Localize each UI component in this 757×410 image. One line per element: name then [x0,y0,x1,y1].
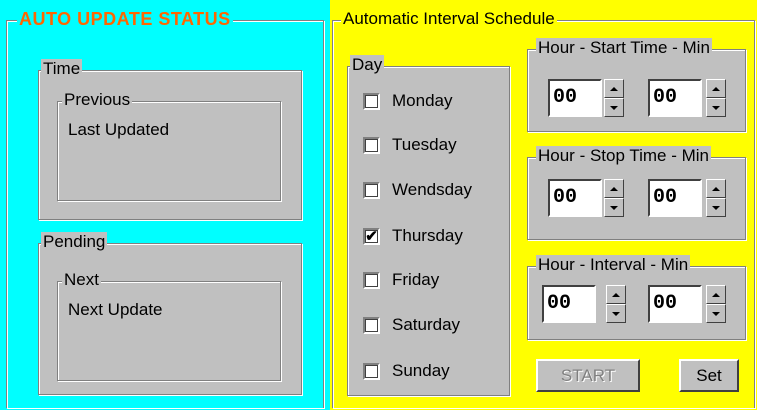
start-button[interactable]: START [536,359,640,392]
monday-checkbox[interactable]: Monday [363,89,452,113]
interval-hour-up-button[interactable] [606,285,626,304]
interval-schedule-panel: Automatic Interval Schedule Day Monday T… [330,0,757,410]
next-group: Next Next Update [57,270,281,381]
thursday-check-box[interactable]: ✔ [363,227,380,245]
interval-hour-spinner [606,285,626,323]
saturday-label: Saturday [392,315,461,334]
start-min-up-button[interactable] [706,79,726,98]
friday-check-box[interactable] [363,271,380,289]
time-group: Time Previous Last Updated [38,59,302,220]
triangle-down-icon [610,105,618,110]
triangle-up-icon [610,86,618,91]
saturday-checkbox[interactable]: Saturday [363,313,460,337]
day-group-label: Day [350,55,385,75]
friday-checkbox[interactable]: Friday [363,268,439,292]
interval-schedule-title: Automatic Interval Schedule [341,9,557,29]
wednesday-checkbox[interactable]: Wendsday [363,178,472,202]
interval-min-up-button[interactable] [706,285,726,304]
set-button[interactable]: Set [679,359,739,392]
stop-min-field[interactable]: 00 [648,179,702,217]
stop-time-label: Hour - Stop Time - Min [536,146,711,166]
pending-group: Pending Next Next Update [38,232,302,395]
start-time-label: Hour - Start Time - Min [536,38,712,58]
interval-group: Hour - Interval - Min 00 00 [527,255,746,340]
start-hour-spinner [604,79,624,117]
stop-hour-field[interactable]: 00 [548,179,602,217]
stop-hour-spinner [604,179,624,217]
sunday-label: Sunday [392,361,450,380]
stop-min-up-button[interactable] [706,179,726,198]
friday-label: Friday [392,270,440,289]
triangle-down-icon [712,311,720,316]
interval-min-field[interactable]: 00 [648,285,702,323]
start-min-field[interactable]: 00 [648,79,702,117]
previous-group-label: Previous [62,90,133,110]
interval-min-down-button[interactable] [706,304,726,323]
stop-min-spinner [706,179,726,217]
auto-update-status-panel: AUTO UPDATE STATUS Time Previous Last Up… [0,0,330,410]
start-time-group: Hour - Start Time - Min 00 00 [527,38,746,132]
stop-min-down-button[interactable] [706,198,726,217]
auto-update-status-title: AUTO UPDATE STATUS [17,9,233,29]
pending-group-label: Pending [41,232,108,252]
day-group: Day Monday Tuesday Wendsday ✔ Thursday F… [347,55,510,396]
check-mark-icon: ✔ [365,227,378,245]
wednesday-label: Wendsday [392,180,473,199]
monday-check-box[interactable] [363,92,380,110]
start-hour-up-button[interactable] [604,79,624,98]
time-group-label: Time [41,59,83,79]
triangle-down-icon [612,311,620,316]
previous-group: Previous Last Updated [57,90,281,201]
interval-label: Hour - Interval - Min [536,255,691,275]
tuesday-checkbox[interactable]: Tuesday [363,133,457,157]
interval-min-spinner [706,285,726,323]
stop-time-group: Hour - Stop Time - Min 00 00 [527,146,746,240]
start-hour-field[interactable]: 00 [548,79,602,117]
start-hour-down-button[interactable] [604,98,624,117]
tuesday-check-box[interactable] [363,136,380,154]
wednesday-check-box[interactable] [363,181,380,199]
last-updated-text: Last Updated [68,120,170,139]
start-min-down-button[interactable] [706,98,726,117]
next-group-label: Next [62,270,101,290]
sunday-checkbox[interactable]: Sunday [363,359,450,383]
monday-label: Monday [392,91,453,110]
triangle-up-icon [712,186,720,191]
triangle-up-icon [612,292,620,297]
triangle-up-icon [610,186,618,191]
triangle-down-icon [610,205,618,210]
thursday-label: Thursday [392,226,463,245]
thursday-checkbox[interactable]: ✔ Thursday [363,224,463,248]
stop-hour-up-button[interactable] [604,179,624,198]
start-min-spinner [706,79,726,117]
sunday-check-box[interactable] [363,362,380,380]
triangle-down-icon [712,105,720,110]
triangle-up-icon [712,86,720,91]
interval-hour-down-button[interactable] [606,304,626,323]
tuesday-label: Tuesday [392,135,457,154]
stop-hour-down-button[interactable] [604,198,624,217]
triangle-up-icon [712,292,720,297]
triangle-down-icon [712,205,720,210]
interval-hour-field[interactable]: 00 [542,285,596,323]
saturday-check-box[interactable] [363,316,380,334]
next-update-text: Next Update [68,300,163,319]
